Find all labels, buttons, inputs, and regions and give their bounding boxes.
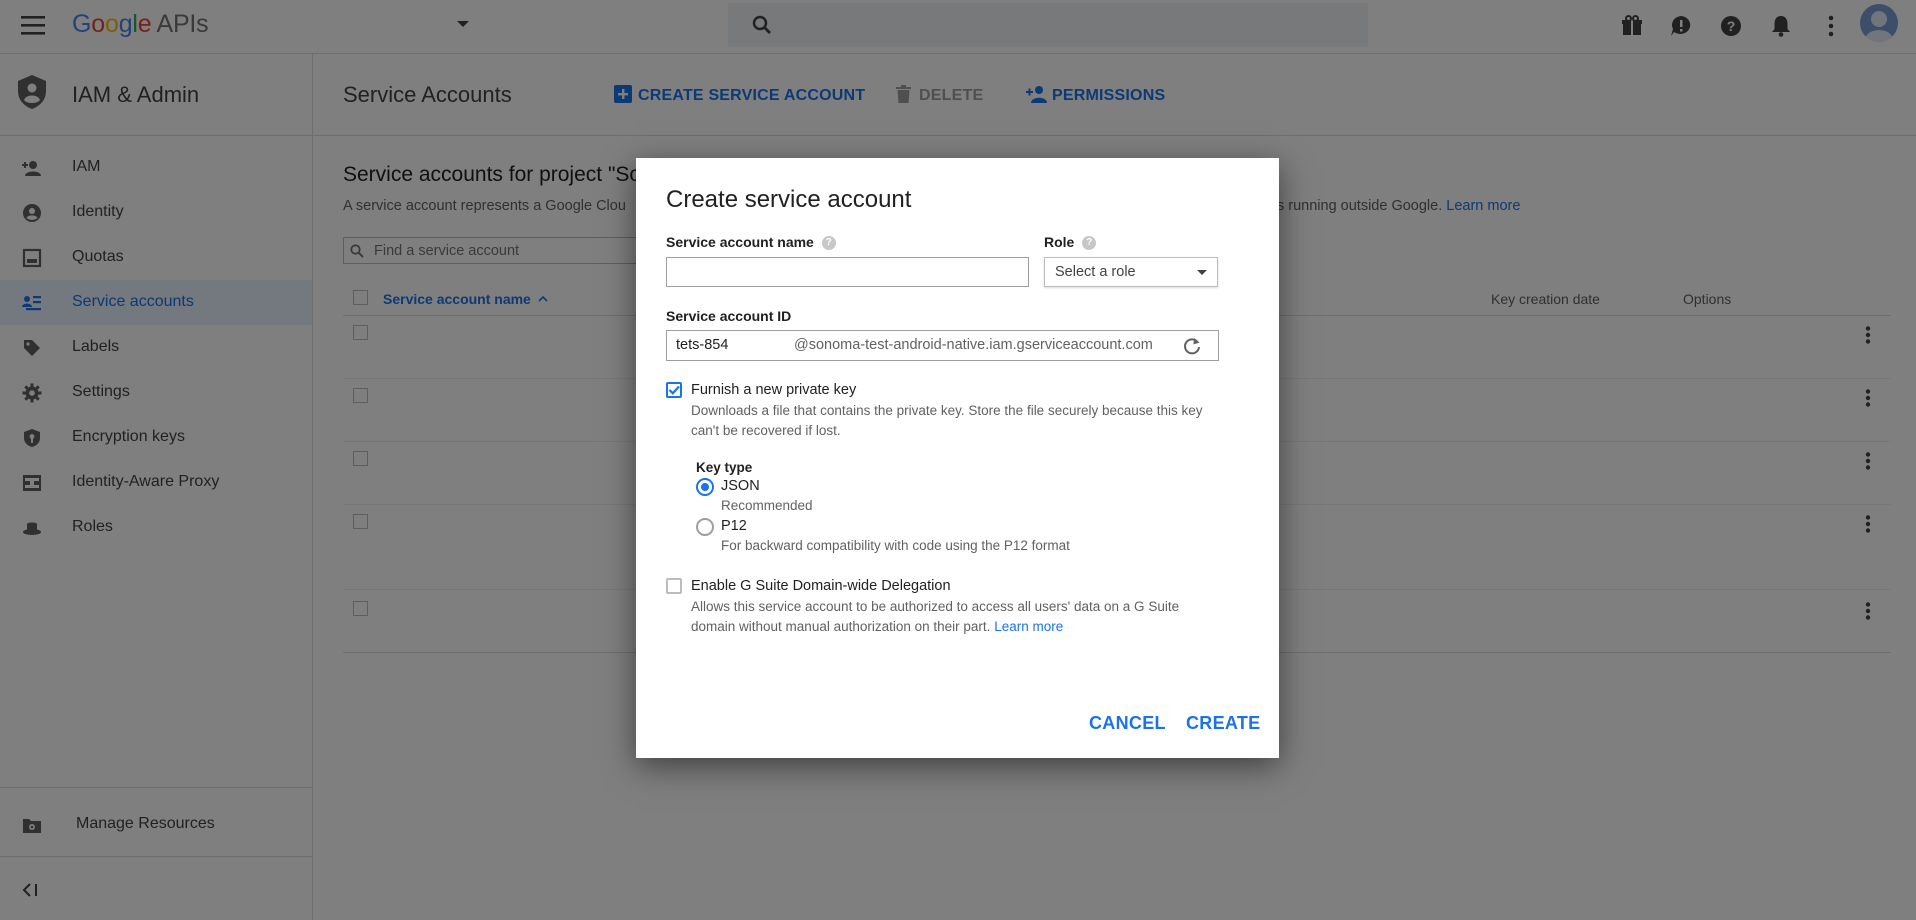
gsuite-delegation-checkbox[interactable] [666,578,682,594]
role-label: Role? [1044,234,1097,251]
service-account-name-label: Service account name? [666,234,836,251]
learn-more-link[interactable]: Learn more [994,619,1063,634]
create-service-account-dialog: Create service account Service account n… [636,158,1279,758]
service-account-name-input[interactable] [666,257,1029,287]
key-type-label: Key type [696,460,753,475]
furnish-key-label[interactable]: Furnish a new private key [691,382,856,398]
json-radio[interactable] [696,478,714,496]
role-label-text: Role [1044,234,1075,250]
p12-label[interactable]: P12 [721,518,747,534]
furnish-key-checkbox[interactable] [666,382,682,398]
chevron-down-icon [1196,269,1208,277]
furnish-key-description: Downloads a file that contains the priva… [691,403,1203,438]
gsuite-description-text: Allows this service account to be author… [691,599,1180,634]
help-icon[interactable]: ? [1082,236,1097,251]
json-description: Recommended [721,498,813,513]
gsuite-delegation-description: Allows this service account to be author… [691,597,1221,637]
service-account-id-value[interactable]: tets-854 [676,337,728,353]
gsuite-delegation-label[interactable]: Enable G Suite Domain-wide Delegation [691,578,951,594]
service-account-id-label: Service account ID [666,308,792,324]
service-account-id-suffix: @sonoma-test-android-native.iam.gservice… [794,337,1153,353]
help-icon[interactable]: ? [821,236,836,251]
json-label[interactable]: JSON [721,478,760,494]
refresh-icon[interactable] [1182,336,1202,356]
p12-radio[interactable] [696,518,714,536]
service-account-id-field[interactable]: tets-854 @sonoma-test-android-native.iam… [666,330,1219,361]
dialog-title: Create service account [666,186,912,213]
create-button[interactable]: CREATE [1186,713,1260,734]
p12-description: For backward compatibility with code usi… [721,538,1070,553]
role-select[interactable]: Select a role [1044,257,1218,287]
role-select-value: Select a role [1055,264,1136,280]
service-account-name-label-text: Service account name [666,234,814,250]
cancel-button[interactable]: CANCEL [1089,713,1166,734]
